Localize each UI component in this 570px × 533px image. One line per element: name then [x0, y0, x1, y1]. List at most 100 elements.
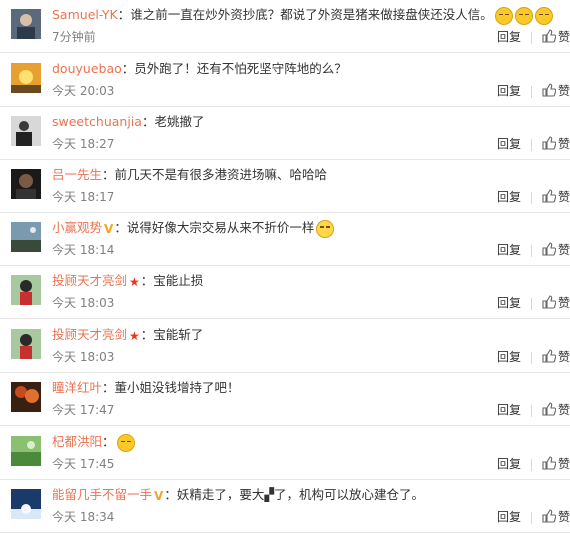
avatar[interactable]	[11, 9, 41, 39]
action-divider	[530, 85, 532, 98]
comment-actions: 回复 赞	[497, 242, 570, 258]
comment-text: 谁之前一直在炒外资抄底？都说了外资是猪来做接盘侠还没人信。	[130, 7, 493, 22]
comment-username[interactable]: 投顾天才亮剑	[52, 273, 127, 288]
reply-button[interactable]: 回复	[497, 137, 521, 151]
comment-text: 宝能斩了	[153, 327, 204, 342]
verified-badge-icon: V	[104, 221, 114, 236]
comment-item: 投顾天才亮剑 ★：宝能斩了 今天 18:03 回复 赞	[0, 320, 570, 373]
comment-username[interactable]: sweetchuanjia	[52, 114, 142, 129]
thumbs-up-icon	[542, 189, 556, 203]
comment-actions: 回复 赞	[497, 136, 570, 152]
comment-text: 妖精走了，要大▞了，机构可以放心建仓了。	[176, 487, 424, 502]
smirk-emoji-icon	[514, 6, 533, 25]
like-button[interactable]: 赞	[542, 189, 570, 204]
comment-text: 老姚撤了	[154, 114, 205, 129]
colon-separator: ：	[102, 434, 115, 449]
comment-line: sweetchuanjia：老姚撤了	[52, 112, 204, 132]
like-button[interactable]: 赞	[542, 349, 570, 364]
like-button[interactable]: 赞	[542, 242, 570, 257]
avatar[interactable]	[11, 436, 41, 466]
colon-separator: ：	[164, 487, 177, 502]
like-button[interactable]: 赞	[542, 83, 570, 98]
colon-separator: ：	[141, 114, 155, 129]
thumbs-up-icon	[542, 136, 556, 150]
comment-time: 今天 18:17	[52, 190, 115, 204]
like-label: 赞	[557, 30, 570, 44]
reply-button[interactable]: 回复	[497, 457, 521, 471]
comment-time: 今天 18:03	[52, 296, 115, 310]
comment-time: 今天 18:34	[52, 510, 115, 524]
colon-separator: ：	[140, 327, 154, 342]
comment-username[interactable]: 小赢观势	[52, 220, 102, 235]
comment-item: 吕一先生：前几天不是有很多港资进场嘛、哈哈哈今天 18:17 回复 赞	[0, 160, 570, 213]
thumbs-up-icon	[542, 83, 556, 97]
comment-time: 7分钟前	[52, 30, 96, 44]
comment-item: 小赢观势 V：说得好像大宗交易从来不折价一样 今天 18:14 回复 赞	[0, 213, 570, 266]
like-label: 赞	[557, 457, 570, 471]
action-divider	[530, 297, 532, 310]
action-divider	[530, 138, 532, 151]
comment-username[interactable]: 投顾天才亮剑	[52, 327, 127, 342]
avatar[interactable]	[11, 116, 41, 146]
avatar[interactable]	[11, 275, 41, 305]
comment-username[interactable]: 能留几手不留一手	[52, 487, 152, 502]
comment-item: 能留几手不留一手 V：妖精走了，要大▞了，机构可以放心建仓了。今天 18:34 回复…	[0, 480, 570, 533]
like-button[interactable]: 赞	[542, 29, 570, 44]
reply-button[interactable]: 回复	[497, 350, 521, 364]
comment-username[interactable]: 吕一先生	[52, 167, 102, 182]
reply-button[interactable]: 回复	[497, 190, 521, 204]
comment-text: 员外跑了！还有不怕死坚守阵地的么？	[134, 61, 347, 76]
comment-text: 说得好像大宗交易从来不折价一样	[126, 220, 315, 235]
like-label: 赞	[557, 190, 570, 204]
action-divider	[530, 404, 532, 417]
comment-actions: 回复 赞	[497, 402, 570, 418]
avatar[interactable]	[11, 329, 41, 359]
like-button[interactable]: 赞	[542, 295, 570, 310]
thumbs-up-icon	[542, 242, 556, 256]
avatar[interactable]	[11, 489, 41, 519]
action-divider	[530, 351, 532, 364]
comment-text: 宝能止损	[153, 273, 204, 288]
comment-username[interactable]: Samuel-YK	[52, 7, 118, 22]
comment-line: 投顾天才亮剑 ★：宝能斩了	[52, 325, 203, 345]
comment-line: 能留几手不留一手 V：妖精走了，要大▞了，机构可以放心建仓了。	[52, 485, 424, 505]
action-divider	[530, 191, 532, 204]
smirk-emoji-icon	[494, 6, 513, 25]
comment-item: 瞳洋红叶：董小姐没钱增持了吧！ 今天 17:47 回复 赞	[0, 373, 570, 426]
reply-button[interactable]: 回复	[497, 243, 521, 257]
comment-actions: 回复 赞	[497, 29, 570, 45]
avatar[interactable]	[11, 63, 41, 93]
thumbs-up-icon	[542, 509, 556, 523]
comment-item: sweetchuanjia：老姚撤了 今天 18:27 回复 赞	[0, 107, 570, 160]
like-label: 赞	[557, 403, 570, 417]
comment-item: 投顾天才亮剑 ★：宝能止损今天 18:03 回复 赞	[0, 266, 570, 319]
like-label: 赞	[557, 137, 570, 151]
reply-button[interactable]: 回复	[497, 296, 521, 310]
comment-line: 吕一先生：前几天不是有很多港资进场嘛、哈哈哈	[52, 165, 327, 185]
comment-actions: 回复 赞	[497, 189, 570, 205]
avatar[interactable]	[11, 169, 41, 199]
comment-username[interactable]: 杞都洪阳	[52, 434, 102, 449]
verified-badge-icon: V	[154, 488, 164, 503]
comment-line: 投顾天才亮剑 ★：宝能止损	[52, 271, 203, 291]
like-button[interactable]: 赞	[542, 136, 570, 151]
comment-time: 今天 17:45	[52, 457, 115, 471]
meh-emoji-icon	[116, 433, 135, 452]
comment-username[interactable]: 瞳洋红叶	[52, 380, 102, 395]
like-button[interactable]: 赞	[542, 456, 570, 471]
reply-button[interactable]: 回复	[497, 84, 521, 98]
comment-username[interactable]: douyuebao	[52, 61, 122, 76]
like-button[interactable]: 赞	[542, 509, 570, 524]
comment-actions: 回复 赞	[497, 349, 570, 365]
comment-line: Samuel-YK：谁之前一直在炒外资抄底？都说了外资是猪来做接盘侠还没人信。	[52, 5, 553, 25]
like-label: 赞	[557, 350, 570, 364]
like-label: 赞	[557, 510, 570, 524]
avatar[interactable]	[11, 222, 41, 252]
reply-button[interactable]: 回复	[497, 403, 521, 417]
avatar[interactable]	[11, 382, 41, 412]
comment-line: 杞都洪阳：	[52, 432, 135, 452]
reply-button[interactable]: 回复	[497, 30, 521, 44]
thumbs-up-icon	[542, 295, 556, 309]
reply-button[interactable]: 回复	[497, 510, 521, 524]
like-button[interactable]: 赞	[542, 402, 570, 417]
